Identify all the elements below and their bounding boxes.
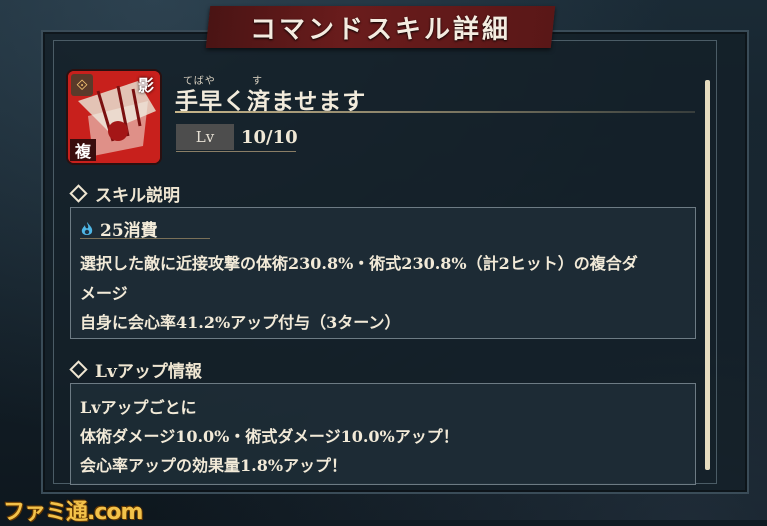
description-line: メージ: [80, 284, 128, 303]
type-badge-icon: ⟐: [71, 74, 93, 96]
lvup-heading: Lvアップ情報: [69, 357, 202, 382]
diamond-icon: [69, 184, 88, 203]
dialog-title: コマンドスキル詳細: [249, 14, 511, 45]
level-value: 10/10: [241, 126, 298, 148]
lvup-line: Lvアップごとに: [80, 398, 197, 417]
lvup-line: 会心率アップの効果量1.8%アップ！: [80, 456, 348, 475]
composite-badge-label: 複: [70, 139, 96, 161]
skill-icon: ⟐ 影 複: [68, 71, 160, 163]
level-divider: [176, 151, 296, 152]
shadow-badge-label: 影: [137, 76, 154, 95]
description-line: 選択した敵に近接攻撃の体術230.8%・術式230.8%（計2ヒット）の複合ダ: [80, 254, 638, 273]
description-line: 自身に会心率41.2%アップ付与（3ターン）: [80, 313, 401, 332]
cursed-energy-icon: [80, 221, 94, 237]
cost-divider: [80, 238, 210, 239]
description-heading-label: スキル説明: [95, 186, 180, 206]
lvup-line: 体術ダメージ10.0%・術式ダメージ10.0%アップ！: [80, 427, 459, 446]
lvup-heading-label: Lvアップ情報: [95, 362, 202, 382]
level-label: Lv: [176, 124, 234, 150]
name-divider: [175, 111, 695, 113]
description-heading: スキル説明: [69, 181, 180, 206]
scrollbar[interactable]: [705, 80, 710, 470]
diamond-icon: [69, 360, 88, 379]
watermark-logo: ファミ通.com: [3, 500, 143, 525]
